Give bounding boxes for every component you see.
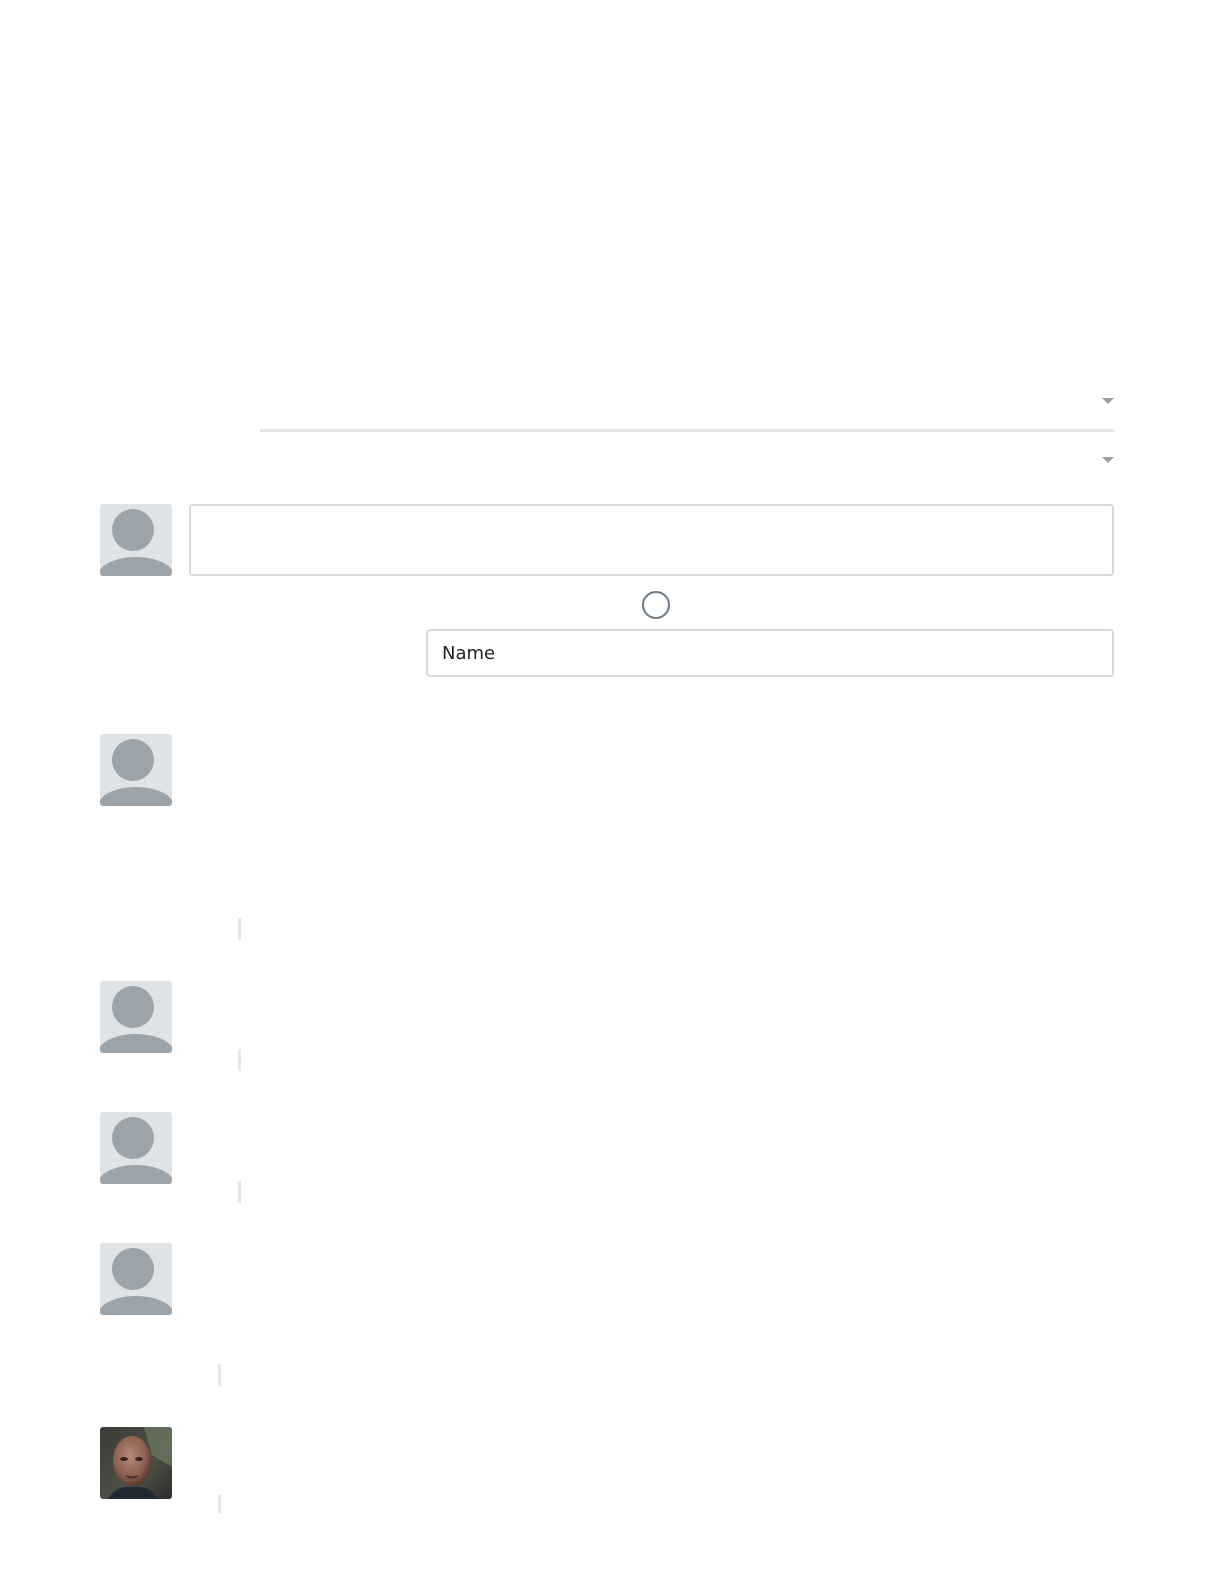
comments-divider: [260, 429, 1114, 432]
default-user-icon: [100, 1243, 172, 1315]
reply-thread-line: [238, 918, 241, 940]
default-user-icon: [100, 1112, 172, 1184]
spinner-icon: [642, 591, 670, 619]
default-user-icon: [100, 981, 172, 1053]
reply-thread-line: [218, 1495, 221, 1513]
comment-avatar[interactable]: [100, 981, 172, 1053]
filter-caret-down-icon[interactable]: [1102, 457, 1114, 463]
comment-avatar[interactable]: [100, 1112, 172, 1184]
default-user-icon: [100, 734, 172, 806]
comment-input[interactable]: [189, 504, 1114, 576]
composer-avatar: [100, 504, 172, 576]
reply-thread-line: [238, 1181, 241, 1203]
reply-thread-line: [218, 1364, 221, 1386]
comment-avatar[interactable]: [100, 1243, 172, 1315]
default-user-icon: [100, 504, 172, 576]
sort-caret-down-icon[interactable]: [1102, 398, 1114, 404]
user-photo-icon: [100, 1427, 172, 1499]
comment-avatar-photo[interactable]: [100, 1427, 172, 1499]
name-input[interactable]: [426, 629, 1114, 677]
reply-thread-line: [238, 1049, 241, 1071]
comment-avatar[interactable]: [100, 734, 172, 806]
